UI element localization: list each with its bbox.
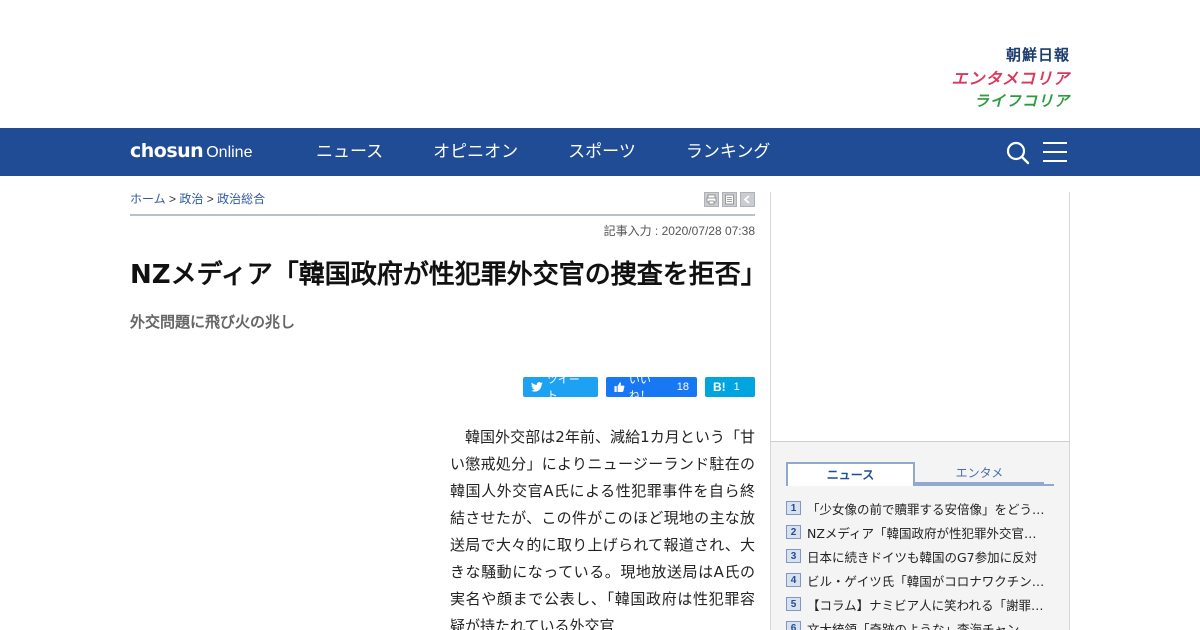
- facebook-like-button[interactable]: いいね！ 18: [606, 374, 697, 402]
- breadcrumb: ホーム > 政治 > 政治総合: [130, 190, 265, 207]
- main-navbar: chosun Online ニュース オピニオン スポーツ ランキング: [0, 128, 1200, 176]
- site-logo[interactable]: chosun Online: [130, 140, 252, 162]
- share-buttons: ツイート いいね！ 18 B! 1: [523, 374, 755, 402]
- brand-life-korea-link[interactable]: ライフコリア: [930, 90, 1070, 113]
- rank-headline: 「少女像の前で贖罪する安倍像」をどう見るか: [807, 501, 1047, 517]
- rank-number: 4: [786, 573, 801, 587]
- ad-space: [771, 192, 1069, 442]
- like-count: 18: [676, 381, 689, 393]
- article-subtitle: 外交問題に飛び火の兆し: [130, 313, 296, 331]
- list-item[interactable]: 4 ビル・ゲイツ氏「韓国がコロナワクチン供給に重要な役割」: [786, 568, 1054, 592]
- list-item[interactable]: 5 【コラム】ナミビア人に笑われる「謝罪外交」: [786, 592, 1054, 616]
- list-item[interactable]: 3 日本に続きドイツも韓国のG7参加に反対: [786, 544, 1054, 568]
- rank-number: 1: [786, 501, 801, 515]
- brand-chosunilbo-link[interactable]: 朝鮮日報: [930, 44, 1070, 67]
- hatena-count: 1: [733, 381, 740, 393]
- ranking-list: 1 「少女像の前で贖罪する安倍像」をどう見るか 2 NZメディア「韓国政府が性犯罪外…: [786, 496, 1054, 630]
- like-label: いいね！: [628, 374, 651, 402]
- print-icon[interactable]: [704, 192, 719, 207]
- brand-entame-korea-link[interactable]: エンタメコリア: [930, 67, 1070, 90]
- brand-links: 朝鮮日報 エンタメコリア ライフコリア: [930, 44, 1070, 113]
- breadcrumb-politics-general[interactable]: 政治総合: [217, 192, 265, 206]
- list-item[interactable]: 2 NZメディア「韓国政府が性犯罪外交官の捜査を拒否」: [786, 520, 1054, 544]
- rank-headline: 文大統領「奇跡のような」李海チャン: [807, 621, 1020, 630]
- breadcrumb-separator: >: [206, 192, 214, 206]
- breadcrumb-politics[interactable]: 政治: [179, 192, 203, 206]
- rank-number: 6: [786, 621, 801, 630]
- hatena-icon: B!: [713, 380, 726, 394]
- article-timestamp: 記事入力 : 2020/07/28 07:38: [603, 224, 755, 238]
- tab-entame[interactable]: エンタメ: [915, 462, 1044, 484]
- tab-news[interactable]: ニュース: [786, 462, 915, 486]
- breadcrumb-row: ホーム > 政治 > 政治総合: [130, 176, 755, 216]
- nav-item-ranking[interactable]: ランキング: [686, 128, 771, 176]
- ranking-panel: ニュース エンタメ 1 「少女像の前で贖罪する安倍像」をどう見るか 2 NZメディア…: [771, 442, 1069, 630]
- tweet-label: ツイート: [546, 374, 580, 402]
- rank-headline: 【コラム】ナミビア人に笑われる「謝罪外交」: [807, 597, 1047, 613]
- right-sidebar: ニュース エンタメ 1 「少女像の前で贖罪する安倍像」をどう見るか 2 NZメディア…: [770, 192, 1070, 630]
- search-icon[interactable]: [1006, 141, 1030, 165]
- nav-menu-items: ニュース オピニオン スポーツ ランキング: [316, 128, 820, 176]
- logo-sub-text: Online: [206, 144, 253, 161]
- breadcrumb-separator: >: [168, 192, 176, 206]
- nav-item-opinion[interactable]: オピニオン: [433, 128, 518, 176]
- back-arrow-icon[interactable]: [740, 192, 755, 207]
- article: ホーム > 政治 > 政治総合 記事入力 : 2020/07/28 07:38 …: [130, 176, 767, 630]
- hatena-bookmark-button[interactable]: B! 1: [705, 377, 755, 397]
- nav-item-news[interactable]: ニュース: [316, 128, 383, 176]
- rank-headline: 日本に続きドイツも韓国のG7参加に反対: [807, 549, 1038, 565]
- breadcrumb-home[interactable]: ホーム: [130, 192, 166, 206]
- nav-item-sports[interactable]: スポーツ: [568, 128, 636, 176]
- text-view-icon[interactable]: [722, 192, 737, 207]
- article-tools: [704, 192, 755, 207]
- rank-headline: ビル・ゲイツ氏「韓国がコロナワクチン供給に重要な役割」: [807, 573, 1047, 589]
- list-item[interactable]: 6 文大統領「奇跡のような」李海チャン: [786, 616, 1054, 630]
- tweet-button[interactable]: ツイート: [523, 374, 598, 402]
- ranking-tabs: ニュース エンタメ: [786, 462, 1054, 486]
- rank-number: 5: [786, 597, 801, 611]
- rank-number: 3: [786, 549, 801, 563]
- article-title: NZメディア「韓国政府が性犯罪外交官の捜査を拒否」: [130, 260, 767, 290]
- list-item[interactable]: 1 「少女像の前で贖罪する安倍像」をどう見るか: [786, 496, 1054, 520]
- rank-headline: NZメディア「韓国政府が性犯罪外交官の捜査を拒否」: [807, 525, 1047, 541]
- article-body: 韓国外交部は2年前、減給1カ月という「甘い懲戒処分」によりニュージーランド駐在の…: [450, 428, 755, 630]
- logo-main-text: chosun: [130, 140, 204, 162]
- hamburger-menu-icon[interactable]: [1043, 142, 1067, 162]
- rank-number: 2: [786, 525, 801, 539]
